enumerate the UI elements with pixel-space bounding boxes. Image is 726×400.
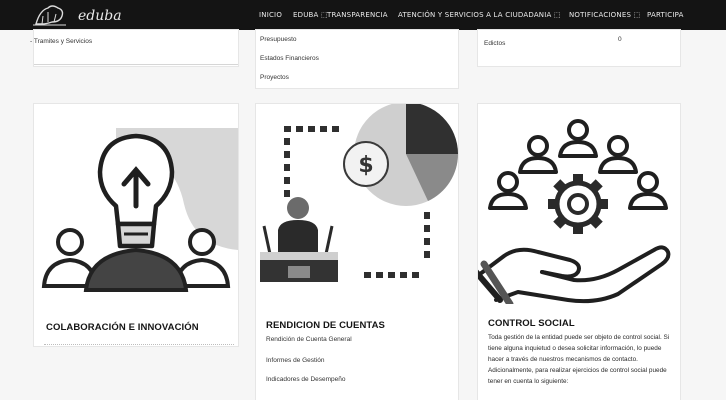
nav-eduba[interactable]: EDUBA ⬚ — [293, 11, 328, 19]
top-card-right: Edictos 0 — [478, 30, 680, 66]
nav-notificaciones[interactable]: NOTIFICACIONES ⬚ — [569, 11, 640, 19]
presupuesto-link[interactable]: Presupuesto — [260, 36, 297, 43]
card-control-social: CONTROL SOCIAL Toda gestión de la entida… — [478, 104, 680, 400]
card-rendicion: $ RENDICION DE CUENTAS Rendición de Cuen… — [256, 104, 458, 400]
nav-participa[interactable]: PARTICIPA — [647, 11, 684, 19]
edictos-link[interactable]: Edictos — [484, 40, 505, 47]
site-logo[interactable]: eduba — [30, 2, 150, 28]
card-title: CONTROL SOCIAL — [488, 318, 575, 329]
card-colaboracion: COLABORACIÓN E INNOVACIÓN — [34, 104, 238, 346]
card-title: RENDICION DE CUENTAS — [266, 320, 385, 331]
edictos-count: 0 — [618, 36, 622, 43]
tree-logo-icon — [33, 5, 66, 26]
top-card-middle: Presupuesto Estados Financieros Proyecto… — [256, 30, 458, 88]
top-navigation-bar: eduba INICIO EDUBA ⬚ TRANSPARENCIA ATENC… — [0, 0, 726, 30]
logo-text: eduba — [78, 8, 122, 24]
divider — [44, 344, 234, 345]
top-card-left: - Tramites y Servicios — [30, 30, 238, 66]
nav-transparencia[interactable]: TRANSPARENCIA — [327, 11, 388, 19]
presentation-pie-chart-icon: $ — [260, 104, 458, 282]
indicadores-desempeno-link[interactable]: Indicadores de Desempeño — [266, 376, 346, 383]
divider — [34, 64, 238, 65]
svg-text:$: $ — [358, 153, 373, 178]
estados-financieros-link[interactable]: Estados Financieros — [260, 55, 319, 62]
hand-gear-people-icon — [478, 119, 671, 304]
nav-atencion-ciudadania[interactable]: ATENCIÓN Y SERVICIOS A LA CIUDADANIA ⬚ — [398, 11, 561, 19]
rendicion-general-link[interactable]: Rendición de Cuenta General — [266, 336, 352, 343]
tramites-link[interactable]: - Tramites y Servicios — [30, 38, 92, 45]
lightbulb-team-icon — [41, 128, 238, 292]
card-title: COLABORACIÓN E INNOVACIÓN — [46, 322, 199, 333]
proyectos-link[interactable]: Proyectos — [260, 74, 289, 81]
control-social-description: Toda gestión de la entidad puede ser obj… — [488, 334, 670, 385]
informes-gestion-link[interactable]: Informes de Gestión — [266, 357, 325, 364]
nav-inicio[interactable]: INICIO — [259, 11, 282, 19]
